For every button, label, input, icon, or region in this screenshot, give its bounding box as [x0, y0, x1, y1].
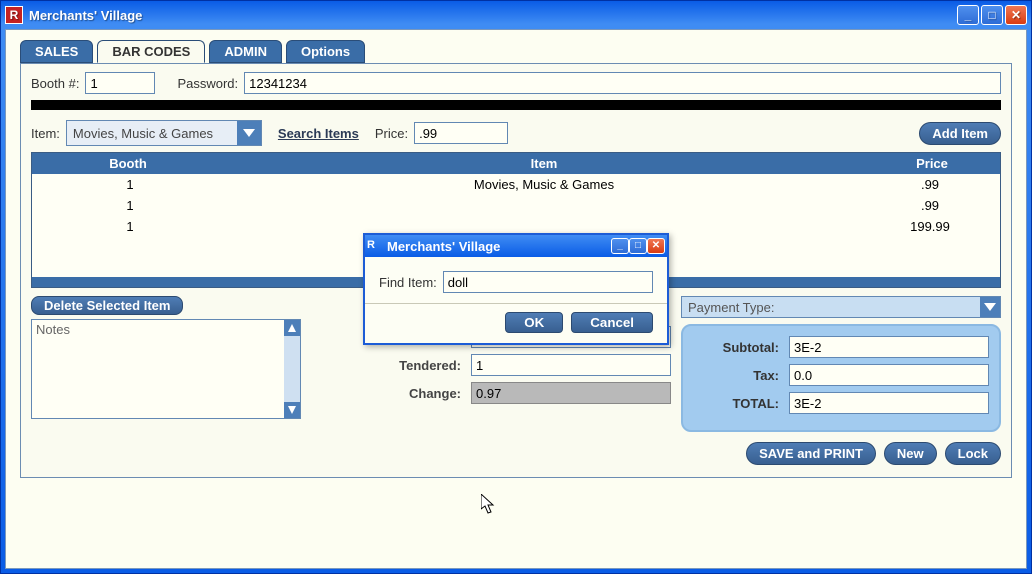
scroll-down-icon[interactable]: [284, 402, 300, 418]
booth-input[interactable]: [85, 72, 155, 94]
tendered-label: Tendered:: [371, 358, 461, 373]
item-dropdown-value: Movies, Music & Games: [67, 126, 237, 141]
tax-output: [789, 364, 989, 386]
change-label: Change:: [371, 386, 461, 401]
dialog-minimize-button[interactable]: _: [611, 238, 629, 254]
dialog-titlebar: R Merchants' Village _ □ ✕: [365, 235, 667, 257]
total-label: TOTAL:: [709, 396, 779, 411]
col-booth-header: Booth: [32, 153, 228, 174]
cancel-button[interactable]: Cancel: [571, 312, 653, 333]
add-item-button[interactable]: Add Item: [919, 122, 1001, 145]
divider: [31, 100, 1001, 110]
col-item-header: Item: [228, 153, 860, 174]
totals-box: Subtotal: Tax: TOTAL:: [681, 324, 1001, 432]
price-label: Price:: [375, 126, 408, 141]
tax-label: Tax:: [709, 368, 779, 383]
tab-options[interactable]: Options: [286, 40, 365, 63]
table-row[interactable]: 1 .99: [32, 195, 1000, 216]
price-input[interactable]: [414, 122, 508, 144]
ok-button[interactable]: OK: [505, 312, 563, 333]
tab-admin[interactable]: ADMIN: [209, 40, 282, 63]
titlebar: R Merchants' Village _ □ ✕: [1, 1, 1031, 29]
notes-textarea[interactable]: Notes: [31, 319, 301, 419]
item-label: Item:: [31, 126, 60, 141]
tab-barcodes[interactable]: BAR CODES: [97, 40, 205, 63]
col-price-header: Price: [860, 153, 1000, 174]
scroll-up-icon[interactable]: [284, 320, 300, 336]
app-window: R Merchants' Village _ □ ✕ SALES BAR COD…: [0, 0, 1032, 574]
close-button[interactable]: ✕: [1005, 5, 1027, 25]
app-icon: R: [5, 6, 23, 24]
main-tabs: SALES BAR CODES ADMIN Options: [20, 40, 1012, 63]
total-output: [789, 392, 989, 414]
find-item-input[interactable]: [443, 271, 653, 293]
password-input[interactable]: [244, 72, 1001, 94]
item-dropdown[interactable]: Movies, Music & Games: [66, 120, 262, 146]
dialog-maximize-button[interactable]: □: [629, 238, 647, 254]
lock-button[interactable]: Lock: [945, 442, 1001, 465]
new-button[interactable]: New: [884, 442, 937, 465]
find-item-dialog: R Merchants' Village _ □ ✕ Find Item: OK…: [363, 233, 669, 345]
delete-item-button[interactable]: Delete Selected Item: [31, 296, 183, 315]
tab-sales[interactable]: SALES: [20, 40, 93, 63]
subtotal-output: [789, 336, 989, 358]
notes-scrollbar[interactable]: [284, 320, 300, 418]
search-items-link[interactable]: Search Items: [278, 126, 359, 141]
table-row[interactable]: 1 Movies, Music & Games .99: [32, 174, 1000, 195]
change-output: [471, 382, 671, 404]
payment-type-label: Payment Type:: [682, 300, 980, 315]
tendered-input[interactable]: [471, 354, 671, 376]
password-label: Password:: [177, 76, 238, 91]
chevron-down-icon[interactable]: [980, 297, 1000, 317]
save-print-button[interactable]: SAVE and PRINT: [746, 442, 876, 465]
chevron-down-icon[interactable]: [237, 121, 261, 145]
app-icon: R: [367, 238, 383, 254]
maximize-button[interactable]: □: [981, 5, 1003, 25]
dialog-close-button[interactable]: ✕: [647, 238, 665, 254]
notes-placeholder: Notes: [32, 320, 284, 418]
booth-label: Booth #:: [31, 76, 79, 91]
payment-type-dropdown[interactable]: Payment Type:: [681, 296, 1001, 318]
window-title: Merchants' Village: [29, 8, 957, 23]
find-item-label: Find Item:: [379, 275, 437, 290]
subtotal-label: Subtotal:: [709, 340, 779, 355]
dialog-title: Merchants' Village: [387, 239, 611, 254]
minimize-button[interactable]: _: [957, 5, 979, 25]
